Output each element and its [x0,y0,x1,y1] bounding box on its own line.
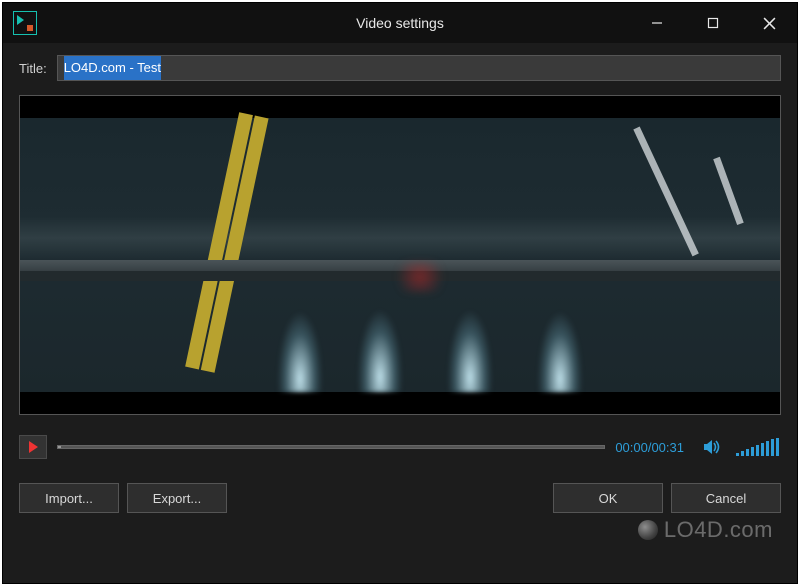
import-button[interactable]: Import... [19,483,119,513]
cancel-button[interactable]: Cancel [671,483,781,513]
video-settings-window: Video settings Title: LO4D.com - Test [2,2,798,584]
app-icon [13,11,37,35]
window-controls [629,3,797,43]
ok-button[interactable]: OK [553,483,663,513]
minimize-button[interactable] [629,3,685,43]
titlebar[interactable]: Video settings [3,3,797,43]
maximize-button[interactable] [685,3,741,43]
content-area: Title: LO4D.com - Test [3,43,797,583]
playback-controls: 00:00/00:31 [19,433,781,461]
title-input[interactable]: LO4D.com - Test [57,55,781,81]
video-preview[interactable] [19,95,781,415]
volume-slider[interactable] [736,438,779,456]
play-icon [29,441,38,453]
bottom-buttons: Import... Export... OK Cancel [19,483,781,513]
title-label: Title: [19,61,47,76]
seek-bar[interactable] [57,445,605,449]
play-button[interactable] [19,435,47,459]
title-row: Title: LO4D.com - Test [19,55,781,81]
close-button[interactable] [741,3,797,43]
export-button[interactable]: Export... [127,483,227,513]
seek-progress [58,446,61,448]
title-input-value: LO4D.com - Test [64,56,161,80]
volume-icon[interactable] [702,438,722,456]
time-display: 00:00/00:31 [615,440,684,455]
